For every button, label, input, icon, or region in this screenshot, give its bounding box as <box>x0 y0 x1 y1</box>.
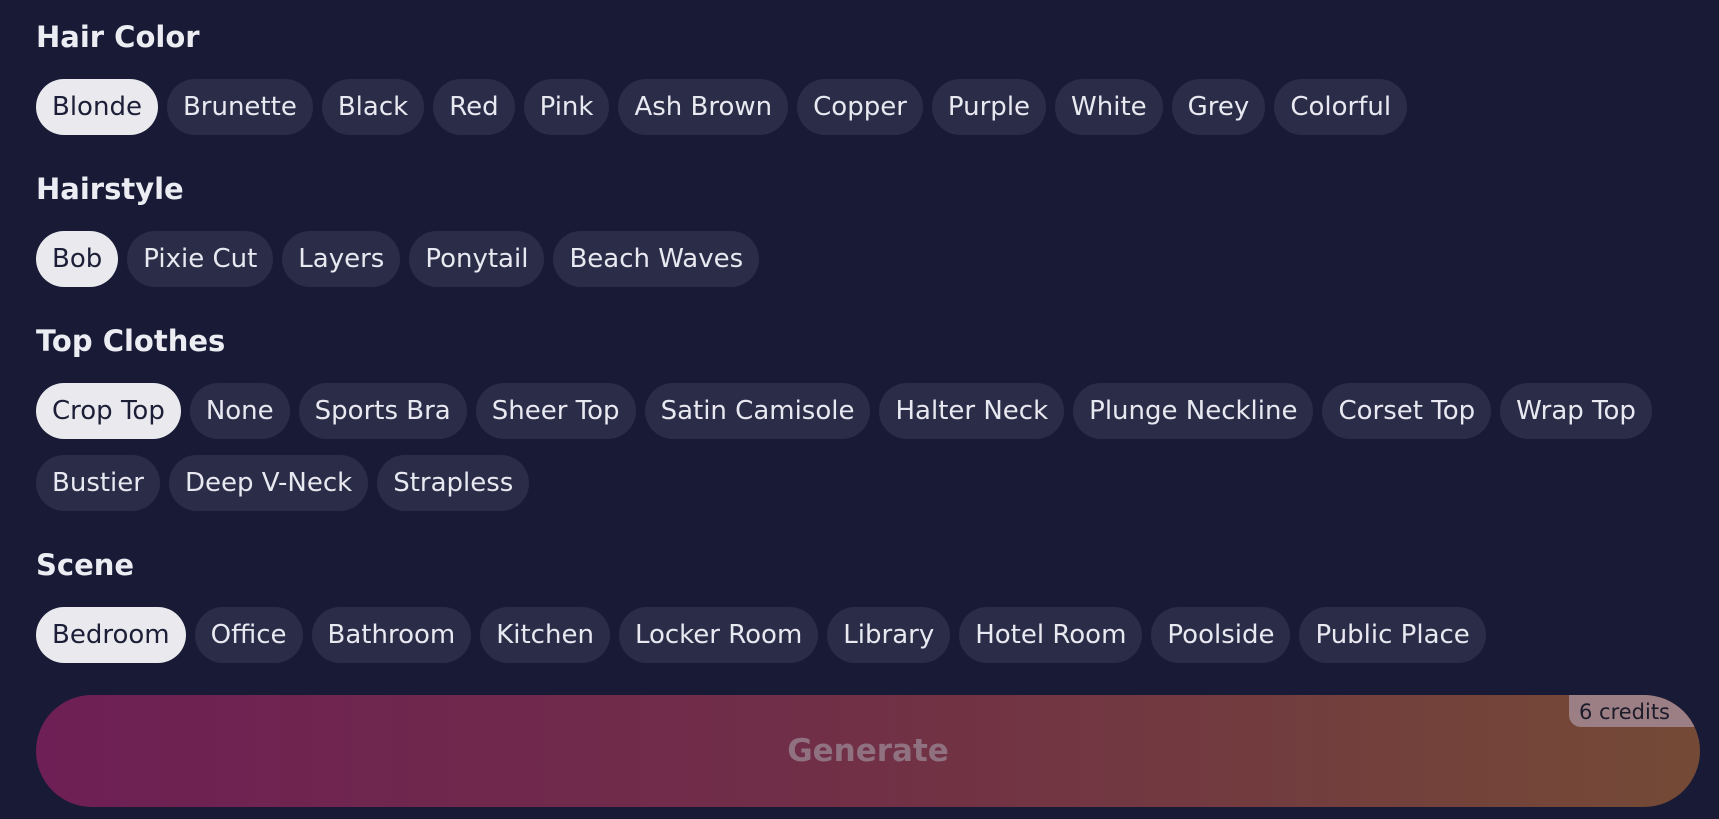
generate-button[interactable]: Generate 6 credits <box>36 695 1700 807</box>
section-title-top-clothes: Top Clothes <box>36 324 226 358</box>
chip-scene-bedroom[interactable]: Bedroom <box>36 607 186 663</box>
chip-hairstyle-pixie-cut[interactable]: Pixie Cut <box>127 231 274 287</box>
chip-hair-color-copper[interactable]: Copper <box>797 79 923 135</box>
section-title-hairstyle: Hairstyle <box>36 172 184 206</box>
chip-top-clothes-corset-top[interactable]: Corset Top <box>1322 383 1492 439</box>
chip-top-clothes-sheer-top[interactable]: Sheer Top <box>475 383 636 439</box>
chip-scene-library[interactable]: Library <box>827 607 951 663</box>
chip-scene-public-place[interactable]: Public Place <box>1299 607 1486 663</box>
chip-top-clothes-halter-neck[interactable]: Halter Neck <box>879 383 1065 439</box>
chip-scene-hotel-room[interactable]: Hotel Room <box>959 607 1143 663</box>
chip-hair-color-blonde[interactable]: Blonde <box>36 79 158 135</box>
chip-hair-color-colorful[interactable]: Colorful <box>1274 79 1408 135</box>
credits-badge: 6 credits <box>1568 695 1700 727</box>
generate-button-label: Generate <box>787 733 949 769</box>
chip-hairstyle-beach-waves[interactable]: Beach Waves <box>553 231 760 287</box>
chip-top-clothes-bustier[interactable]: Bustier <box>36 455 160 511</box>
chip-top-clothes-plunge-neckline[interactable]: Plunge Neckline <box>1073 383 1314 439</box>
chip-hair-color-brunette[interactable]: Brunette <box>166 79 313 135</box>
chip-hair-color-black[interactable]: Black <box>321 79 425 135</box>
chip-row-top-clothes-1: Crop Top None Sports Bra Sheer Top Satin… <box>36 383 1652 439</box>
chip-scene-office[interactable]: Office <box>194 607 303 663</box>
chip-hair-color-ash-brown[interactable]: Ash Brown <box>618 79 789 135</box>
chip-scene-poolside[interactable]: Poolside <box>1151 607 1291 663</box>
section-title-scene: Scene <box>36 548 135 582</box>
chip-scene-locker-room[interactable]: Locker Room <box>618 607 819 663</box>
chip-hairstyle-layers[interactable]: Layers <box>282 231 401 287</box>
chip-hair-color-pink[interactable]: Pink <box>523 79 610 135</box>
chip-hairstyle-ponytail[interactable]: Ponytail <box>409 231 545 287</box>
chip-top-clothes-satin-camisole[interactable]: Satin Camisole <box>644 383 871 439</box>
chip-row-hairstyle: Bob Pixie Cut Layers Ponytail Beach Wave… <box>36 231 760 287</box>
chip-row-scene: Bedroom Office Bathroom Kitchen Locker R… <box>36 607 1486 663</box>
chip-top-clothes-strapless[interactable]: Strapless <box>377 455 530 511</box>
chip-hair-color-purple[interactable]: Purple <box>931 79 1047 135</box>
chip-row-hair-color: Blonde Brunette Black Red Pink Ash Brown… <box>36 79 1408 135</box>
chip-row-top-clothes-2: Bustier Deep V-Neck Strapless <box>36 455 530 511</box>
section-title-hair-color: Hair Color <box>36 20 200 54</box>
chip-top-clothes-deep-v-neck[interactable]: Deep V-Neck <box>168 455 369 511</box>
chip-scene-bathroom[interactable]: Bathroom <box>311 607 472 663</box>
chip-hair-color-grey[interactable]: Grey <box>1171 79 1266 135</box>
chip-top-clothes-wrap-top[interactable]: Wrap Top <box>1500 383 1652 439</box>
chip-top-clothes-none[interactable]: None <box>189 383 290 439</box>
chip-top-clothes-crop-top[interactable]: Crop Top <box>36 383 181 439</box>
chip-scene-kitchen[interactable]: Kitchen <box>480 607 610 663</box>
chip-hair-color-white[interactable]: White <box>1055 79 1163 135</box>
options-panel: Hair Color Blonde Brunette Black Red Pin… <box>0 0 1719 819</box>
chip-top-clothes-sports-bra[interactable]: Sports Bra <box>298 383 467 439</box>
chip-hair-color-red[interactable]: Red <box>433 79 515 135</box>
chip-hairstyle-bob[interactable]: Bob <box>36 231 119 287</box>
